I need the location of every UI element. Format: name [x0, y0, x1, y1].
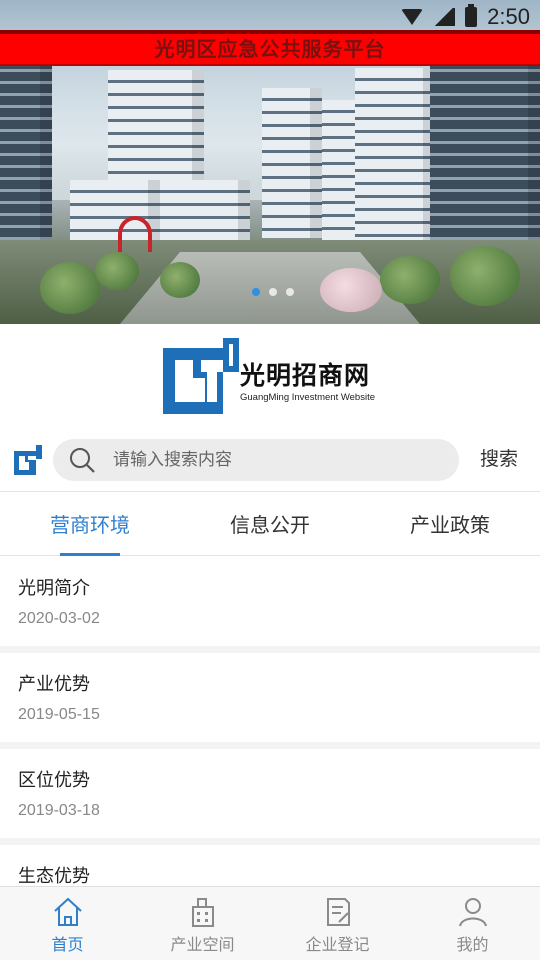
- carousel-dots[interactable]: [252, 288, 294, 296]
- tree: [380, 256, 440, 304]
- list-item[interactable]: 产业优势 2019-05-15: [0, 653, 540, 749]
- building: [262, 88, 322, 238]
- nav-home-label: 首页: [51, 935, 84, 954]
- list-item[interactable]: 光明简介 2020-03-02: [0, 557, 540, 653]
- carousel-dot[interactable]: [252, 288, 260, 296]
- app-title-bar: 光明区应急公共服务平台: [0, 30, 540, 66]
- nav-home[interactable]: 首页: [0, 887, 135, 960]
- search-box[interactable]: [53, 439, 459, 481]
- nav-industrial-space-label: 产业空间: [170, 935, 235, 954]
- bottom-nav: 首页 产业空间 企业登记 我的: [0, 886, 540, 960]
- home-icon: [53, 897, 82, 926]
- tree: [450, 246, 520, 306]
- search-row: 搜索: [0, 434, 540, 492]
- logo-title: 光明招商网: [240, 361, 371, 390]
- tab-business-environment[interactable]: 营商环境: [0, 493, 180, 556]
- battery-icon: [465, 4, 478, 27]
- list-item-title: 生态优势: [18, 866, 90, 887]
- tab-industry-policy[interactable]: 产业政策: [360, 493, 540, 555]
- category-tabs: 营商环境 信息公开 产业政策: [0, 493, 540, 556]
- wifi-icon: [401, 9, 424, 25]
- nav-industrial-space[interactable]: 产业空间: [135, 887, 270, 960]
- carousel-dot[interactable]: [269, 288, 277, 296]
- document-edit-icon: [326, 898, 350, 926]
- status-time: 2:50: [487, 4, 530, 29]
- search-input[interactable]: [113, 439, 433, 481]
- list-item[interactable]: 区位优势 2019-03-18: [0, 749, 540, 845]
- list-item-title: 光明简介: [18, 578, 90, 599]
- building-icon: [191, 898, 214, 927]
- building: [160, 180, 250, 240]
- status-bar: 2:50: [0, 0, 540, 34]
- blossom-tree: [320, 268, 382, 312]
- gm-mini-logo-icon: [14, 445, 42, 475]
- building: [355, 68, 435, 258]
- list-item-title: 区位优势: [18, 770, 90, 791]
- tree: [40, 262, 100, 314]
- list-item-title: 产业优势: [18, 674, 90, 695]
- logo-text: 光明招商网 GuangMing Investment Website: [240, 356, 375, 403]
- nav-mine[interactable]: 我的: [405, 887, 540, 960]
- article-list: 光明简介 2020-03-02 产业优势 2019-05-15 区位优势 201…: [0, 557, 540, 941]
- user-icon: [458, 898, 487, 927]
- nav-enterprise-registration[interactable]: 企业登记: [270, 887, 405, 960]
- app-title: 光明区应急公共服务平台: [154, 37, 386, 61]
- tree: [160, 262, 200, 298]
- list-item-date: 2019-05-15: [18, 706, 100, 723]
- nav-mine-label: 我的: [456, 935, 489, 954]
- tree: [95, 252, 139, 290]
- list-item-date: 2020-03-02: [18, 610, 100, 627]
- nav-enterprise-registration-label: 企业登记: [305, 935, 370, 954]
- carousel-dot[interactable]: [286, 288, 294, 296]
- search-button[interactable]: 搜索: [480, 444, 518, 471]
- search-icon[interactable]: [69, 447, 95, 473]
- signal-icon: [433, 8, 456, 26]
- tab-information-disclosure[interactable]: 信息公开: [180, 493, 360, 555]
- gm-logo-icon: [163, 338, 239, 414]
- sculpture: [118, 216, 152, 252]
- list-item-date: 2019-03-18: [18, 802, 100, 819]
- logo-subtitle: GuangMing Investment Website: [240, 392, 376, 403]
